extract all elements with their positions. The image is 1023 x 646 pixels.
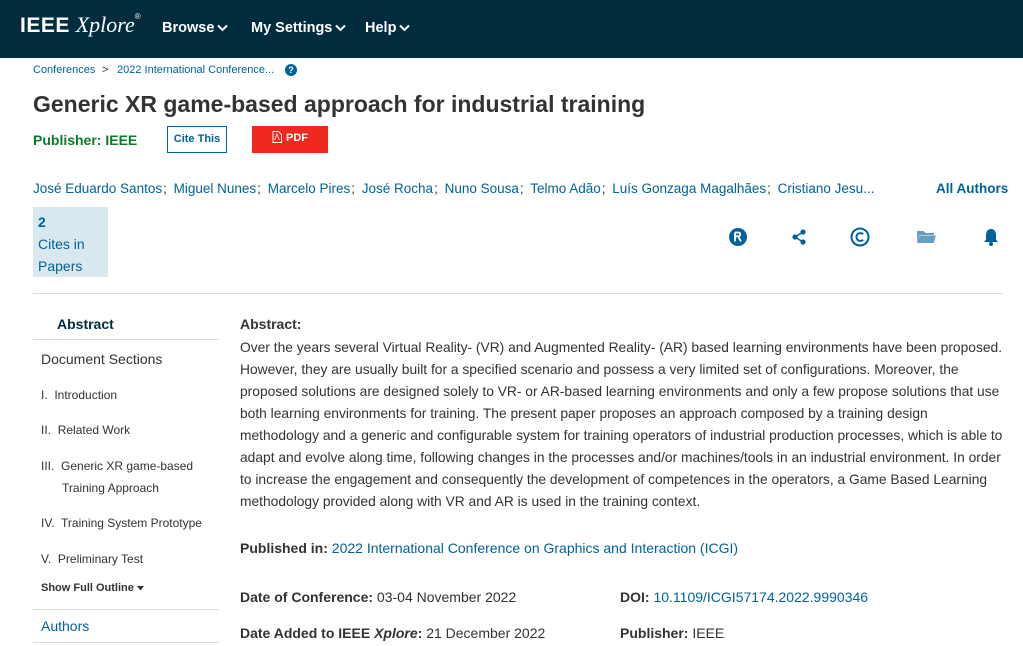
section-title: Training System Prototype — [61, 516, 202, 530]
folder-icon[interactable] — [915, 226, 937, 248]
section-number: II. — [41, 423, 52, 437]
sidebar-divider — [33, 609, 219, 610]
chevron-down-icon — [399, 24, 411, 32]
logo-registered-mark: ® — [134, 12, 141, 21]
date-added-label-b: Xplore — [374, 625, 418, 641]
ieee-xplore-logo[interactable]: IEEE Xplore® — [20, 12, 141, 38]
logo-ieee-text: IEEE — [20, 14, 70, 37]
author-separator: ; — [434, 181, 438, 196]
section-number: III. — [41, 459, 55, 473]
cites-in-papers-metric[interactable]: 2 Cites in Papers — [33, 207, 108, 277]
divider — [33, 293, 1003, 294]
sidebar-abstract-link[interactable]: Abstract — [57, 316, 114, 332]
author-separator: ; — [519, 181, 524, 196]
meta-publisher-label: Publisher: — [620, 625, 689, 641]
top-navigation-bar: IEEE Xplore® Browse My Settings Help — [0, 0, 1023, 58]
published-in-label: Published in: — [240, 540, 328, 556]
section-title: Preliminary Test — [57, 552, 144, 566]
sidebar-authors-link[interactable]: Authors — [41, 618, 89, 634]
help-icon[interactable]: ? — [285, 64, 297, 76]
author-link[interactable]: Marcelo Pires — [268, 181, 351, 196]
sidebar-section-generic-xr[interactable]: III. Generic XR game-based Training Appr… — [41, 455, 193, 499]
cites-count: 2 — [38, 214, 46, 230]
publisher-row: Publisher: IEEE — [620, 625, 724, 641]
publisher-label: Publisher: — [33, 132, 102, 148]
pdf-file-icon — [272, 131, 282, 143]
date-added-value: 21 December 2022 — [426, 625, 546, 641]
breadcrumb-conferences[interactable]: Conferences — [33, 64, 95, 76]
author-link[interactable]: Miguel Nunes — [174, 181, 257, 196]
author-link[interactable]: Luís Gonzaga Magalhães — [612, 181, 766, 196]
date-added-row: Date Added to IEEE Xplore: 21 December 2… — [240, 625, 545, 641]
abstract-text: Over the years several Virtual Reality- … — [240, 340, 1003, 509]
publisher-line: Publisher: IEEE — [33, 132, 137, 148]
breadcrumb-separator: > — [102, 64, 109, 76]
chevron-down-icon — [335, 24, 347, 32]
share-icon[interactable] — [788, 226, 810, 248]
section-number: V. — [41, 552, 52, 566]
section-number: I. — [41, 388, 48, 402]
published-in-link[interactable]: 2022 International Conference on Graphic… — [332, 540, 738, 556]
sidebar-section-training-system[interactable]: IV. Training System Prototype — [41, 512, 202, 534]
meta-publisher-value: IEEE — [692, 625, 725, 641]
nav-my-settings[interactable]: My Settings — [251, 20, 347, 36]
page-title: Generic XR game-based approach for indus… — [33, 91, 646, 117]
author-separator: ; — [163, 181, 167, 196]
section-title: Generic XR game-based — [61, 459, 194, 473]
nav-help-label: Help — [365, 20, 397, 36]
author-separator: ; — [257, 181, 261, 196]
author-separator: ; — [601, 181, 606, 196]
doi-label: DOI: — [620, 589, 650, 605]
section-title: Related Work — [57, 423, 131, 437]
abstract-label: Abstract: — [240, 316, 302, 332]
publisher-name: IEEE — [105, 132, 138, 148]
nav-my-settings-label: My Settings — [251, 20, 333, 36]
nav-help[interactable]: Help — [365, 20, 411, 36]
sidebar-section-related-work[interactable]: II. Related Work — [41, 419, 130, 441]
date-added-label-a: Date Added to IEEE — [240, 625, 371, 641]
alert-bell-icon[interactable] — [980, 226, 1002, 248]
sidebar-section-preliminary-test[interactable]: V. Preliminary Test — [41, 548, 143, 570]
date-of-conference-label: Date of Conference: — [240, 589, 374, 605]
cites-label-line2: Papers — [38, 258, 83, 274]
date-added-label-c: : — [417, 625, 423, 641]
chevron-down-icon — [217, 24, 229, 32]
pdf-button[interactable]: PDF — [252, 126, 328, 153]
all-authors-link[interactable]: All Authors — [936, 181, 1008, 196]
nav-browse[interactable]: Browse — [162, 20, 229, 36]
author-link[interactable]: Cristiano Jesu... — [778, 181, 875, 196]
pdf-button-label: PDF — [286, 132, 308, 144]
section-number: IV. — [41, 516, 55, 530]
doi-row: DOI: 10.1109/ICGI57174.2022.9990346 — [620, 589, 868, 605]
nav-browse-label: Browse — [162, 20, 215, 36]
date-of-conference-row: Date of Conference: 03-04 November 2022 — [240, 589, 516, 605]
date-of-conference-value: 03-04 November 2022 — [376, 589, 517, 605]
cite-this-button[interactable]: Cite This — [167, 126, 227, 153]
document-sections-heading: Document Sections — [41, 351, 163, 367]
author-list: José Eduardo Santos; Miguel Nunes; Marce… — [33, 181, 874, 196]
section-title-line2: Training Approach — [62, 481, 159, 495]
copyright-icon[interactable] — [849, 226, 871, 248]
sidebar-divider — [33, 642, 219, 643]
breadcrumb-conference-link[interactable]: 2022 International Conference... — [117, 64, 274, 76]
sidebar-divider — [33, 339, 219, 340]
caret-down-icon — [136, 586, 144, 591]
author-link[interactable]: Nuno Sousa — [445, 181, 519, 196]
doi-link[interactable]: 10.1109/ICGI57174.2022.9990346 — [653, 589, 868, 605]
logo-xplore-text: Xplore — [75, 12, 135, 37]
author-link[interactable]: Telmo Adão — [530, 181, 601, 196]
section-title: Introduction — [54, 388, 118, 402]
cites-label-line1: Cites in — [38, 236, 85, 252]
rights-icon[interactable] — [727, 226, 749, 248]
show-outline-label: Show Full Outline — [41, 582, 134, 594]
author-link[interactable]: José Eduardo Santos — [33, 181, 162, 196]
date-added-label: Date Added to IEEE Xplore: — [240, 625, 422, 641]
author-link[interactable]: José Rocha — [362, 181, 433, 196]
sidebar-section-introduction[interactable]: I. Introduction — [41, 384, 117, 406]
author-separator: ; — [767, 181, 771, 196]
author-separator: ; — [351, 181, 355, 196]
show-full-outline-button[interactable]: Show Full Outline — [41, 582, 144, 594]
published-in-row: Published in: 2022 International Confere… — [240, 540, 738, 556]
